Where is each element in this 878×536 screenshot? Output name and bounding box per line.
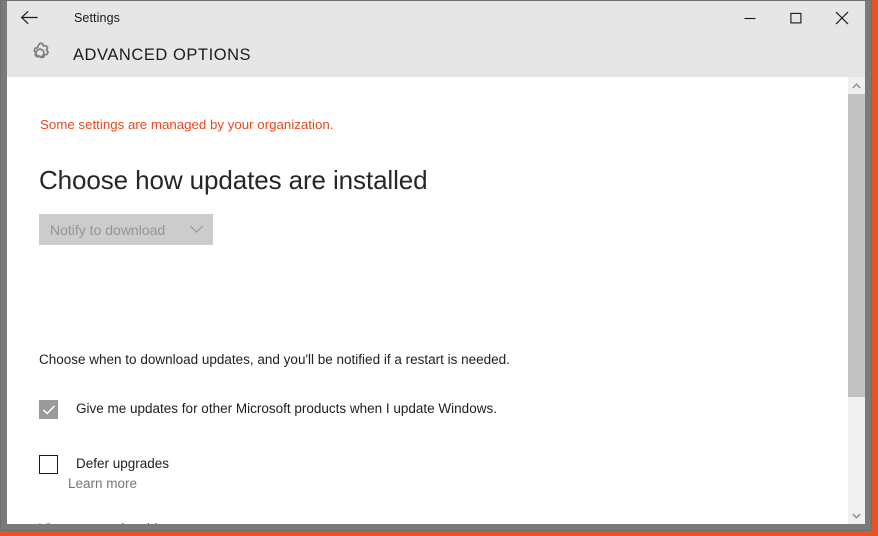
close-icon (835, 11, 849, 25)
gear-icon-wrap (7, 38, 73, 73)
checkbox-row-microsoft-products: Give me updates for other Microsoft prod… (39, 399, 497, 419)
vertical-scrollbar[interactable] (848, 77, 865, 524)
view-update-history-link[interactable]: View your update history (39, 521, 187, 524)
maximize-icon (790, 12, 802, 24)
chevron-down-icon (189, 221, 204, 239)
minimize-icon (744, 12, 756, 24)
checkbox-microsoft-products[interactable] (39, 400, 58, 419)
page-header: ADVANCED OPTIONS (7, 34, 865, 77)
learn-more-link[interactable]: Learn more (68, 476, 137, 491)
gear-icon (25, 38, 55, 73)
maximize-button[interactable] (773, 1, 819, 34)
title-bar: Settings (7, 1, 865, 34)
back-button[interactable] (7, 1, 51, 34)
back-arrow-icon (20, 10, 39, 25)
minimize-button[interactable] (727, 1, 773, 34)
section-heading: Choose how updates are installed (39, 165, 428, 195)
scrollbar-up-button[interactable] (848, 77, 865, 94)
settings-window: Settings ADVANCED OPTIONS Some settings … (0, 0, 872, 531)
app-title: Settings (74, 10, 120, 25)
scrollbar-thumb[interactable] (848, 94, 865, 397)
settings-content: Some settings are managed by your organi… (7, 77, 850, 524)
chevron-up-icon (852, 82, 861, 89)
checkbox-label-defer-upgrades: Defer upgrades (76, 456, 170, 471)
chevron-down-icon (852, 513, 861, 519)
download-description: Choose when to download updates, and you… (39, 352, 510, 367)
update-mode-dropdown[interactable]: Notify to download (39, 214, 213, 245)
checkbox-defer-upgrades[interactable] (39, 455, 58, 474)
checkbox-label-microsoft-products: Give me updates for other Microsoft prod… (76, 401, 497, 416)
update-mode-selected-value: Notify to download (50, 221, 166, 238)
checkbox-row-defer-upgrades: Defer upgrades (39, 454, 169, 474)
scrollbar-down-button[interactable] (848, 507, 865, 524)
close-button[interactable] (819, 1, 865, 34)
page-title: ADVANCED OPTIONS (73, 46, 252, 64)
managed-by-organization-note: Some settings are managed by your organi… (40, 117, 334, 132)
